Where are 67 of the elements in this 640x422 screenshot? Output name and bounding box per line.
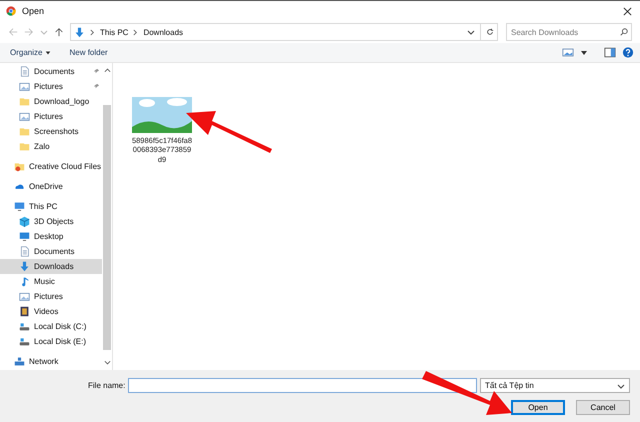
monitor-icon: [14, 201, 25, 212]
film-icon: [19, 306, 30, 317]
cancel-button[interactable]: Cancel: [576, 400, 630, 415]
refresh-icon[interactable]: [486, 28, 494, 36]
folder-icon: [19, 96, 30, 107]
sidebar-item[interactable]: Local Disk (E:): [0, 334, 102, 349]
file-type-dropdown[interactable]: Tất cả Tệp tin: [480, 378, 630, 393]
caret-icon[interactable]: [580, 48, 588, 56]
scroll-down-icon[interactable]: [104, 360, 110, 366]
sidebar-item[interactable]: Pictures: [0, 109, 102, 124]
help-icon[interactable]: [622, 47, 634, 58]
sidebar-item[interactable]: Desktop: [0, 229, 102, 244]
sidebar-item[interactable]: Zalo: [0, 139, 102, 154]
caret-icon: [45, 50, 52, 56]
sidebar-item[interactable]: Creative Cloud Files: [0, 159, 102, 174]
picture-icon: [19, 111, 30, 122]
folder-icon: [19, 126, 30, 137]
download-arrow-icon: [74, 26, 85, 38]
sidebar-item[interactable]: Screenshots: [0, 124, 102, 139]
landscape-thumbnail: [132, 97, 192, 133]
search-field[interactable]: Search Downloads: [506, 23, 632, 41]
address-bar[interactable]: This PC Downloads: [70, 23, 498, 41]
new-folder-button[interactable]: New folder: [63, 46, 114, 59]
sidebar-item[interactable]: Music: [0, 274, 102, 289]
sidebar-item[interactable]: Pictures: [0, 289, 102, 304]
sidebar-item[interactable]: This PC: [0, 199, 102, 214]
open-button[interactable]: Open: [511, 400, 565, 415]
chevron-down-icon[interactable]: [467, 28, 475, 36]
drive-icon: [19, 321, 30, 332]
sidebar-item[interactable]: Documents: [0, 244, 102, 259]
scroll-up-icon[interactable]: [104, 67, 110, 73]
breadcrumb[interactable]: Downloads: [143, 28, 184, 36]
search-icon: [620, 28, 628, 36]
sidebar-item[interactable]: Videos: [0, 304, 102, 319]
preview-pane-icon[interactable]: [604, 47, 616, 58]
sidebar-item[interactable]: Local Disk (C:): [0, 319, 102, 334]
cube-icon: [19, 216, 30, 227]
chevron-down-icon: [617, 382, 625, 390]
file-name-label: File name:: [88, 381, 126, 390]
picture-icon: [19, 291, 30, 302]
music-note-icon: [19, 276, 30, 287]
organize-menu-button[interactable]: Organize: [4, 46, 58, 59]
document-icon: [19, 66, 30, 77]
folder-icon: [14, 161, 25, 172]
network-icon: [14, 356, 25, 367]
browser-logo-icon: [6, 6, 16, 16]
drive-icon: [19, 336, 30, 347]
sidebar-item[interactable]: Network: [0, 354, 102, 369]
download-arrow-icon: [19, 261, 30, 272]
folder-icon: [19, 141, 30, 152]
sidebar-item[interactable]: OneDrive: [0, 179, 102, 194]
sidebar-item[interactable]: Documents: [0, 64, 102, 79]
chevron-right-icon: [90, 28, 95, 36]
document-icon: [19, 246, 30, 257]
sidebar-item[interactable]: 3D Objects: [0, 214, 102, 229]
up-arrow-icon[interactable]: [54, 27, 64, 37]
sidebar-item[interactable]: Pictures: [0, 79, 102, 94]
breadcrumb[interactable]: This PC: [100, 28, 128, 36]
view-options-icon[interactable]: [562, 47, 574, 58]
window-title: Open: [22, 6, 44, 16]
close-icon[interactable]: [623, 6, 632, 16]
monitor-icon: [19, 231, 30, 242]
file-name-field[interactable]: [128, 378, 477, 393]
chevron-right-icon: [133, 28, 138, 36]
picture-icon: [19, 81, 30, 92]
sidebar-item[interactable]: Downloads: [0, 259, 102, 274]
sidebar-item[interactable]: Download_logo: [0, 94, 102, 109]
